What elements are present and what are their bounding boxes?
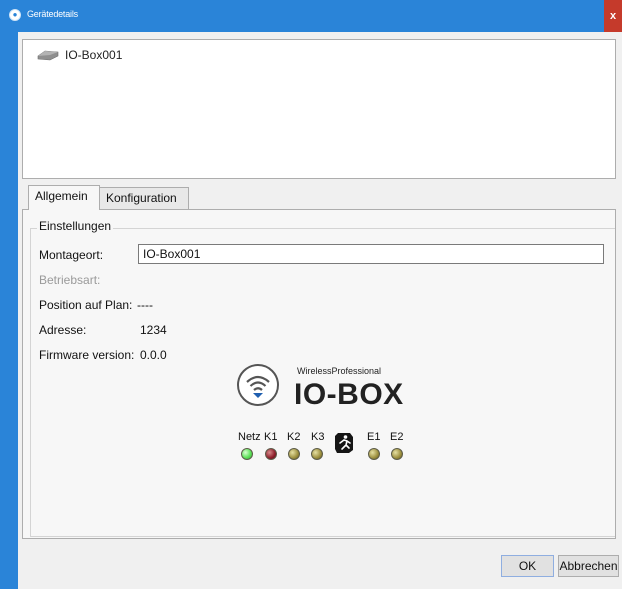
tab-allgemein[interactable]: Allgemein [28,185,100,210]
tree-item-label: IO-Box001 [65,48,123,62]
brand-title: IO-BOX [294,378,404,411]
tree-item-device[interactable]: IO-Box001 [37,48,122,62]
led-k3 [311,448,323,460]
led-label-k3: K3 [311,431,325,443]
adresse-value: 1234 [140,323,167,337]
led-k2 [288,448,300,460]
led-label-e2: E2 [390,431,404,443]
position-value: ---- [137,298,153,312]
adresse-label: Adresse: [39,323,87,337]
led-e1 [368,448,380,460]
betriebsart-label: Betriebsart: [39,273,101,287]
firmware-value: 0.0.0 [140,348,167,362]
led-label-e1: E1 [367,431,381,443]
cancel-button[interactable]: Abbrechen [558,555,619,577]
app-icon: ● [9,9,21,21]
position-label: Position auf Plan: [39,298,133,312]
tab-konfiguration[interactable]: Konfiguration [99,187,189,210]
led-e2 [391,448,403,460]
led-label-k2: K2 [287,431,301,443]
window-border [0,32,18,589]
firmware-label: Firmware version: [39,348,135,362]
led-label-netz: Netz [238,431,261,443]
device-icon [37,50,59,61]
wifi-icon [237,364,279,406]
title-bar: ● Gerätedetails x [0,0,622,32]
group-title: Einstellungen [37,219,114,233]
brand-subtitle: WirelessProfessional [297,366,382,376]
led-netz [241,448,253,460]
close-button[interactable]: x [604,0,622,32]
montageort-input[interactable]: IO-Box001 [138,244,604,264]
ok-button[interactable]: OK [501,555,554,577]
device-tree[interactable]: IO-Box001 [22,39,616,179]
montageort-label: Montageort: [39,248,104,262]
running-man-icon [335,433,353,453]
led-label-k1: K1 [264,431,278,443]
window-title: Gerätedetails [27,9,78,19]
led-k1 [265,448,277,460]
